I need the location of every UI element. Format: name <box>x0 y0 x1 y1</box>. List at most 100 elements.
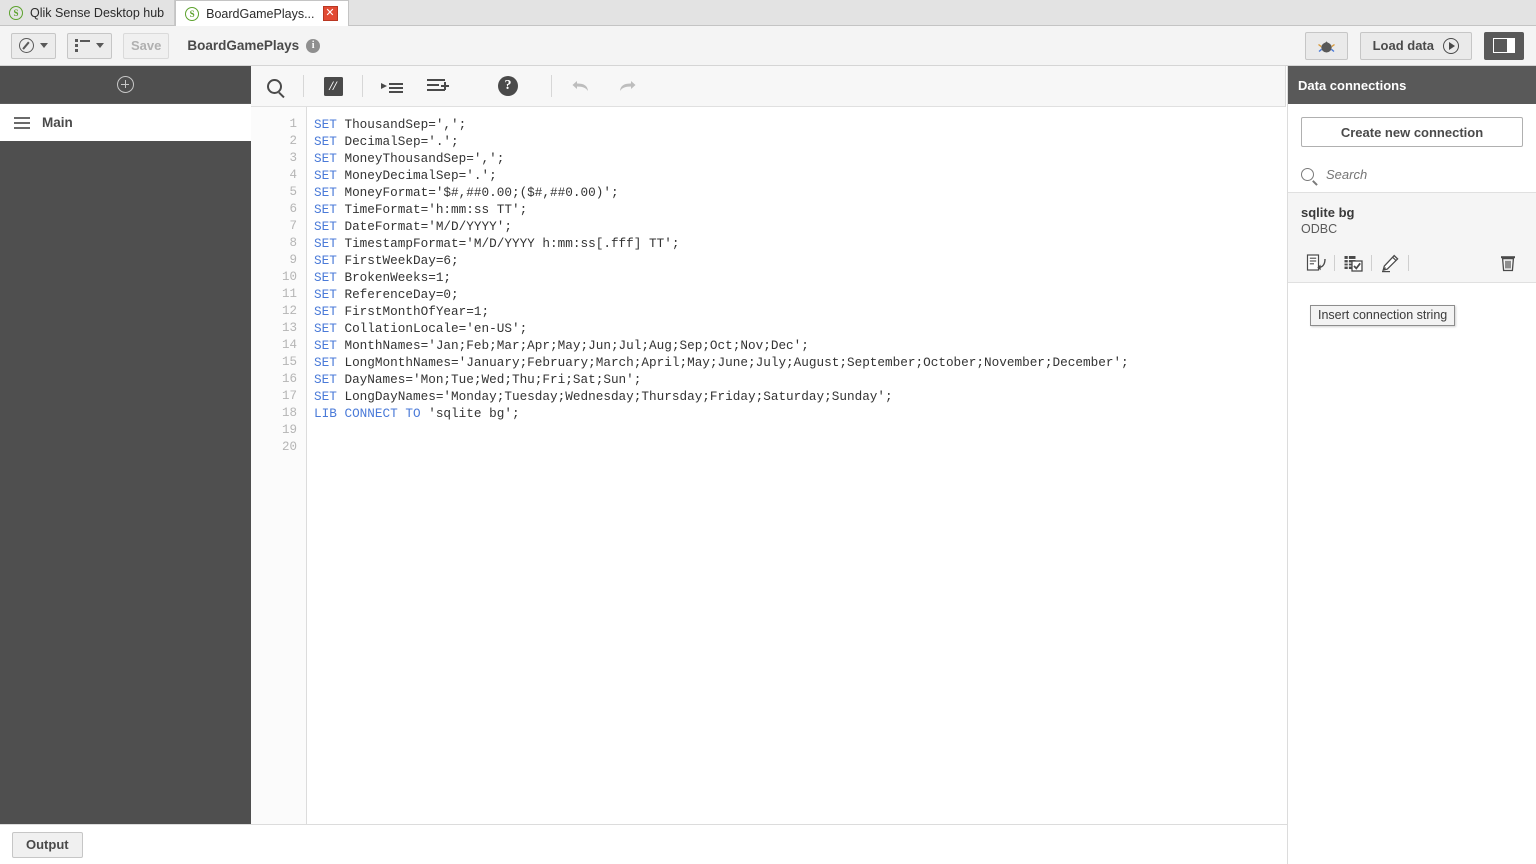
sidebar-item-main[interactable]: Main <box>0 104 251 141</box>
line-number: 6 <box>289 202 297 216</box>
navigation-dropdown-button[interactable] <box>11 32 56 59</box>
info-icon[interactable]: i <box>306 38 321 53</box>
indent-button[interactable] <box>369 66 415 107</box>
code-text-span: FirstMonthOfYear=1; <box>336 304 490 319</box>
line-number: 4 <box>289 168 297 182</box>
line-number: 18 <box>281 406 297 420</box>
chevron-down-icon <box>96 43 104 48</box>
outdent-button[interactable] <box>415 66 461 107</box>
select-data-button[interactable] <box>1335 248 1371 278</box>
create-new-connection-label: Create new connection <box>1340 124 1484 140</box>
panel-title: Data connections <box>1288 66 1536 104</box>
qlik-logo-icon: S <box>9 5 23 20</box>
search-button[interactable] <box>251 66 297 107</box>
app-toolbar: Save BoardGamePlays i Load data <box>0 26 1536 66</box>
plus-circle-icon[interactable] <box>117 76 134 93</box>
code-keyword: SET <box>314 372 337 387</box>
trash-icon <box>1501 255 1515 271</box>
code-text[interactable]: SET ThousandSep=','; SET DecimalSep='.'; S… <box>307 107 1286 824</box>
code-keyword: SET <box>314 219 337 234</box>
debug-button[interactable] <box>1304 31 1348 60</box>
line-number: 2 <box>289 134 297 148</box>
tab-boardgameplays[interactable]: S BoardGamePlays... ✕ <box>175 0 349 26</box>
undo-button[interactable] <box>558 66 604 107</box>
code-text-span: ThousandSep=','; <box>336 117 467 132</box>
code-line: SET CollationLocale='en-US'; <box>314 320 1286 337</box>
insert-connection-string-button[interactable] <box>1298 248 1334 278</box>
line-number: 9 <box>289 253 297 267</box>
script-editor: // ? 1 2 3 4 5 6 7 8 9 10 11 12 13 14 15… <box>251 66 1286 824</box>
code-keyword: SET <box>314 236 337 251</box>
debug-bug-icon <box>1317 40 1335 52</box>
select-data-icon <box>1344 255 1363 272</box>
save-label: Save <box>131 38 162 53</box>
line-number: 5 <box>289 185 297 199</box>
line-number: 14 <box>281 338 297 352</box>
code-keyword: SET <box>314 389 337 404</box>
code-line: SET TimestampFormat='M/D/YYYY h:mm:ss[.f… <box>314 235 1286 252</box>
code-line: SET MoneyThousandSep=','; <box>314 150 1286 167</box>
search-input[interactable] <box>1324 166 1504 183</box>
save-button[interactable]: Save <box>123 32 170 59</box>
code-line: SET MoneyFormat='$#,##0.00;($#,##0.00)'; <box>314 184 1286 201</box>
code-text-span: CollationLocale='en-US'; <box>336 321 528 336</box>
code-text-span: MoneyThousandSep=','; <box>336 151 505 166</box>
line-number: 10 <box>281 270 297 284</box>
connection-card-sqlite-bg[interactable]: sqlite bg ODBC <box>1288 193 1536 283</box>
load-data-button[interactable]: Load data <box>1359 31 1472 60</box>
line-number: 8 <box>289 236 297 250</box>
code-line: SET DateFormat='M/D/YYYY'; <box>314 218 1286 235</box>
editor-toolbar: // ? <box>251 66 1285 107</box>
line-number: 17 <box>281 389 297 403</box>
line-number: 15 <box>281 355 297 369</box>
browser-tab-strip: S Qlik Sense Desktop hub S BoardGamePlay… <box>0 0 1536 26</box>
code-keyword: LIB CONNECT TO <box>314 406 421 421</box>
search-icon <box>266 78 282 94</box>
tab-qlik-sense-desktop-hub[interactable]: S Qlik Sense Desktop hub <box>0 0 176 25</box>
sheets-dropdown-button[interactable] <box>67 32 112 59</box>
add-section-row[interactable] <box>0 66 251 104</box>
panel-title-label: Data connections <box>1298 77 1407 93</box>
data-connections-panel: Data connections Create new connection s… <box>1287 66 1536 864</box>
code-text-span: MonthNames='Jan;Feb;Mar;Apr;May;Jun;Jul;… <box>336 338 809 353</box>
code-keyword: SET <box>314 270 337 285</box>
code-text-span: DecimalSep='.'; <box>336 134 459 149</box>
code-text-span: DayNames='Mon;Tue;Wed;Thu;Fri;Sat;Sun'; <box>336 372 642 387</box>
code-text-span: DateFormat='M/D/YYYY'; <box>336 219 512 234</box>
help-button[interactable]: ? <box>485 66 531 107</box>
panel-toggle-button[interactable] <box>1484 31 1524 60</box>
code-text-span: FirstWeekDay=6; <box>336 253 459 268</box>
code-line: SET TimeFormat='h:mm:ss TT'; <box>314 201 1286 218</box>
code-text-span: TimestampFormat='M/D/YYYY h:mm:ss[.fff] … <box>336 236 680 251</box>
line-number-gutter: 1 2 3 4 5 6 7 8 9 10 11 12 13 14 15 16 17 18 19 20 <box>251 107 307 824</box>
line-number: 20 <box>281 440 297 454</box>
list-icon <box>75 39 90 52</box>
edit-connection-button[interactable] <box>1372 248 1408 278</box>
toolbar-right-group: Load data <box>1293 31 1536 60</box>
code-text-span: MoneyFormat='$#,##0.00;($#,##0.00)'; <box>336 185 619 200</box>
connection-search-row[interactable] <box>1288 157 1536 193</box>
close-icon[interactable]: ✕ <box>322 6 338 21</box>
code-line: SET MoneyDecimalSep='.'; <box>314 167 1286 184</box>
code-line: LIB CONNECT TO 'sqlite bg'; <box>314 405 1286 422</box>
output-button[interactable]: Output <box>12 831 83 858</box>
divider <box>303 75 304 97</box>
comment-button[interactable]: // <box>310 66 356 107</box>
undo-icon <box>571 78 591 94</box>
code-line: SET LongMonthNames='January;February;Mar… <box>314 354 1286 371</box>
indent-decrease-icon <box>427 79 449 93</box>
code-keyword: SET <box>314 253 337 268</box>
code-keyword: SET <box>314 321 337 336</box>
connection-name: sqlite bg <box>1301 205 1355 220</box>
redo-button[interactable] <box>604 66 650 107</box>
tooltip-text: Insert connection string <box>1318 308 1448 322</box>
code-keyword: SET <box>314 202 337 217</box>
code-line: SET BrokenWeeks=1; <box>314 269 1286 286</box>
bottom-bar: Output <box>0 824 1287 864</box>
page-title: BoardGamePlays i <box>187 38 321 53</box>
code-area[interactable]: 1 2 3 4 5 6 7 8 9 10 11 12 13 14 15 16 17 18 19 20 SET Thou… <box>251 107 1286 824</box>
delete-connection-button[interactable] <box>1490 248 1526 278</box>
create-new-connection-button[interactable]: Create new connection <box>1301 117 1523 147</box>
indent-increase-icon <box>381 79 403 93</box>
